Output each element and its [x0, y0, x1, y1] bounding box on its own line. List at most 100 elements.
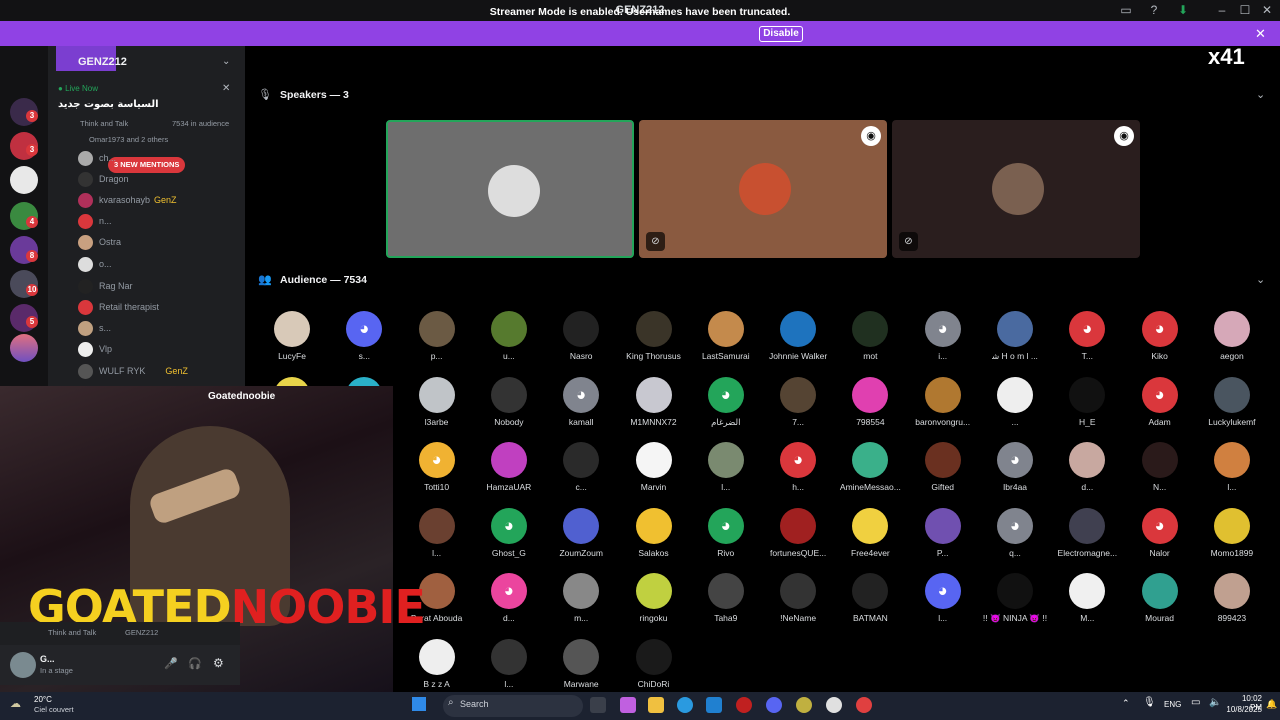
audience-member[interactable]: Marvin: [618, 442, 690, 507]
server-icon[interactable]: [10, 334, 38, 362]
windows-start-icon[interactable]: [412, 697, 426, 711]
audience-member[interactable]: l...: [690, 442, 762, 507]
audience-member[interactable]: ◕ i...: [907, 311, 979, 376]
audience-member[interactable]: LastSamurai: [690, 311, 762, 376]
audience-member[interactable]: ◕ d...: [473, 573, 545, 638]
audience-member[interactable]: u...: [473, 311, 545, 376]
audience-member[interactable]: fortunesQUE...: [762, 507, 834, 573]
audience-member[interactable]: P...: [907, 507, 979, 573]
audience-member[interactable]: 798554: [834, 376, 906, 442]
member-row[interactable]: Ostra: [78, 232, 121, 252]
member-row[interactable]: WULF RYK GenZ: [78, 361, 188, 381]
audience-member[interactable]: N...: [1124, 442, 1196, 507]
audience-member[interactable]: ﺷ H o m l ...: [979, 311, 1051, 376]
audience-member[interactable]: ◕ h...: [762, 442, 834, 507]
member-row[interactable]: s...: [78, 318, 111, 338]
audience-member[interactable]: ◕ Rivo: [690, 507, 762, 573]
audience-member[interactable]: p...: [401, 311, 473, 376]
member-row[interactable]: n...: [78, 211, 112, 231]
audience-member[interactable]: 899423: [1196, 573, 1268, 638]
edge-icon[interactable]: [677, 697, 693, 713]
discord-icon[interactable]: [766, 697, 782, 713]
file-explorer-icon[interactable]: [648, 697, 664, 713]
member-row[interactable]: Rag Nar: [78, 276, 133, 296]
audience-member[interactable]: ◕ Nalor: [1124, 507, 1196, 573]
copilot-icon[interactable]: [620, 697, 636, 713]
audience-member[interactable]: Johnnie Walker: [762, 311, 834, 376]
audience-member[interactable]: ◕ l...: [907, 573, 979, 638]
app-icon[interactable]: [796, 697, 812, 713]
mute-icon[interactable]: 🎤: [164, 657, 178, 670]
audience-member[interactable]: m...: [545, 573, 617, 638]
audience-member[interactable]: ...: [979, 376, 1051, 442]
temperature[interactable]: 20°C: [34, 695, 52, 704]
settings-gear-icon[interactable]: ⚙: [213, 656, 224, 670]
audience-member[interactable]: ◕ الضرغام: [690, 376, 762, 442]
audience-member[interactable]: ◕ Adam: [1124, 376, 1196, 442]
speaker-tile[interactable]: ◉ ⊘: [639, 120, 887, 258]
chevron-down-icon[interactable]: ⌄: [1256, 273, 1265, 286]
volume-icon[interactable]: 🔈: [1209, 697, 1221, 708]
chevron-down-icon[interactable]: ⌄: [1256, 88, 1265, 101]
obs-icon[interactable]: [826, 697, 842, 713]
audience-member[interactable]: d...: [1051, 442, 1123, 507]
audience-member[interactable]: HamzaUAR: [473, 442, 545, 507]
headphones-icon[interactable]: 🎧: [188, 657, 202, 670]
app-icon[interactable]: [736, 697, 752, 713]
audience-member[interactable]: ◕ Kiko: [1124, 311, 1196, 376]
audience-member[interactable]: Taha9: [690, 573, 762, 638]
audience-member[interactable]: ◕ q...: [979, 507, 1051, 573]
audience-member[interactable]: Gifted: [907, 442, 979, 507]
member-row[interactable]: kvarasohayb GenZ: [78, 190, 177, 210]
audience-member[interactable]: l...: [1196, 442, 1268, 507]
audience-member[interactable]: 7...: [762, 376, 834, 442]
close-icon[interactable]: ✕: [1255, 26, 1266, 42]
audience-member[interactable]: l...: [401, 507, 473, 573]
audience-member[interactable]: ◕ Ibr4aa: [979, 442, 1051, 507]
server-name[interactable]: GENZ212: [78, 56, 127, 68]
audience-member[interactable]: Nobody: [473, 376, 545, 442]
audience-member[interactable]: baronvongru...: [907, 376, 979, 442]
audience-member[interactable]: ◕ kamall: [545, 376, 617, 442]
member-row[interactable]: o...: [78, 254, 112, 274]
mic-tray-icon[interactable]: 🎙: [1143, 697, 1156, 708]
language-indicator[interactable]: ENG: [1164, 700, 1181, 709]
audience-member[interactable]: King Thorusus: [618, 311, 690, 376]
server-icon[interactable]: [10, 166, 38, 194]
audience-member[interactable]: ◕ Totti10: [401, 442, 473, 507]
audience-member[interactable]: !NeName: [762, 573, 834, 638]
audience-member[interactable]: Free4ever: [834, 507, 906, 573]
audience-member[interactable]: Salakos: [618, 507, 690, 573]
audience-member[interactable]: AmineMessao...: [834, 442, 906, 507]
audience-member[interactable]: BATMAN: [834, 573, 906, 638]
notification-icon[interactable]: 🔔: [1266, 699, 1277, 710]
store-icon[interactable]: [706, 697, 722, 713]
member-row[interactable]: Vlp: [78, 339, 112, 359]
disable-streamer-button[interactable]: Disable: [759, 26, 803, 42]
audience-member[interactable]: Mourad: [1124, 573, 1196, 638]
audience-member[interactable]: ◕ s...: [328, 311, 400, 376]
audience-member[interactable]: c...: [545, 442, 617, 507]
close-icon[interactable]: ✕: [222, 83, 230, 94]
avatar[interactable]: [10, 652, 36, 678]
audience-member[interactable]: Momo1899: [1196, 507, 1268, 573]
audience-member[interactable]: ringoku: [618, 573, 690, 638]
audience-member[interactable]: Luckylukemf: [1196, 376, 1268, 442]
chevron-down-icon[interactable]: ⌄: [222, 56, 230, 67]
audience-member[interactable]: aegon: [1196, 311, 1268, 376]
audience-member[interactable]: LucyFe: [256, 311, 328, 376]
audience-member[interactable]: ◕ Ghost_G: [473, 507, 545, 573]
speaker-tile[interactable]: [386, 120, 634, 258]
member-row[interactable]: ch...: [78, 148, 116, 168]
audience-member[interactable]: ◕ T...: [1051, 311, 1123, 376]
audience-member[interactable]: M1MNNX72: [618, 376, 690, 442]
audience-member[interactable]: M...: [1051, 573, 1123, 638]
audience-member[interactable]: !! 👿 NINJA 👿 !!: [979, 573, 1051, 638]
tray-chevron-icon[interactable]: ⌃: [1122, 698, 1130, 709]
task-view-icon[interactable]: [590, 697, 606, 713]
member-row[interactable]: Retail therapist: [78, 297, 159, 317]
member-row[interactable]: Dragon: [78, 169, 129, 189]
audience-member[interactable]: H_E: [1051, 376, 1123, 442]
audience-member[interactable]: Nasro: [545, 311, 617, 376]
speaker-tile[interactable]: ◉ ⊘: [892, 120, 1140, 258]
